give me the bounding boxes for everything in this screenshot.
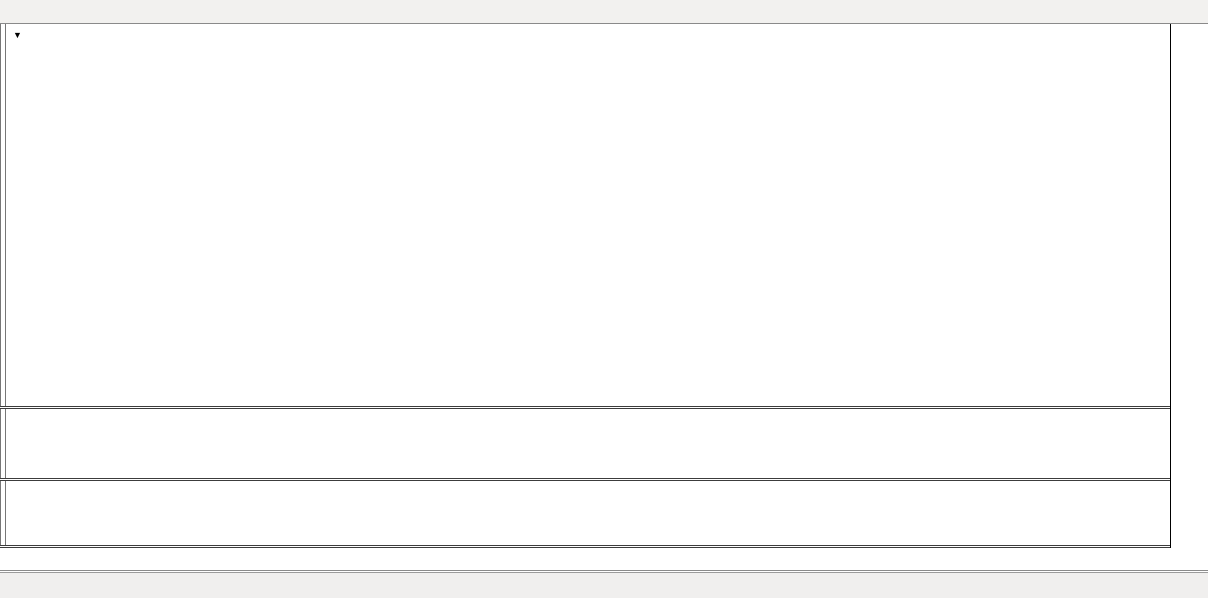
window-frame-top — [0, 23, 1208, 24]
rsi-panel[interactable] — [6, 481, 1170, 546]
macd-panel[interactable] — [6, 409, 1170, 478]
timeframe-toolbar — [0, 0, 1208, 24]
price-axis[interactable] — [1170, 24, 1208, 548]
window-frame-bottom — [0, 570, 1208, 571]
date-axis[interactable] — [0, 548, 1208, 570]
chart-menu-icon[interactable]: ▼ — [13, 30, 22, 40]
chart-title: ▼ — [13, 31, 38, 41]
chart-tab-bar — [0, 572, 1208, 598]
main-chart-panel[interactable] — [6, 25, 1170, 406]
trading-platform-window: { "toolbar": { "buttons": ["15","M30","H… — [0, 0, 1208, 598]
